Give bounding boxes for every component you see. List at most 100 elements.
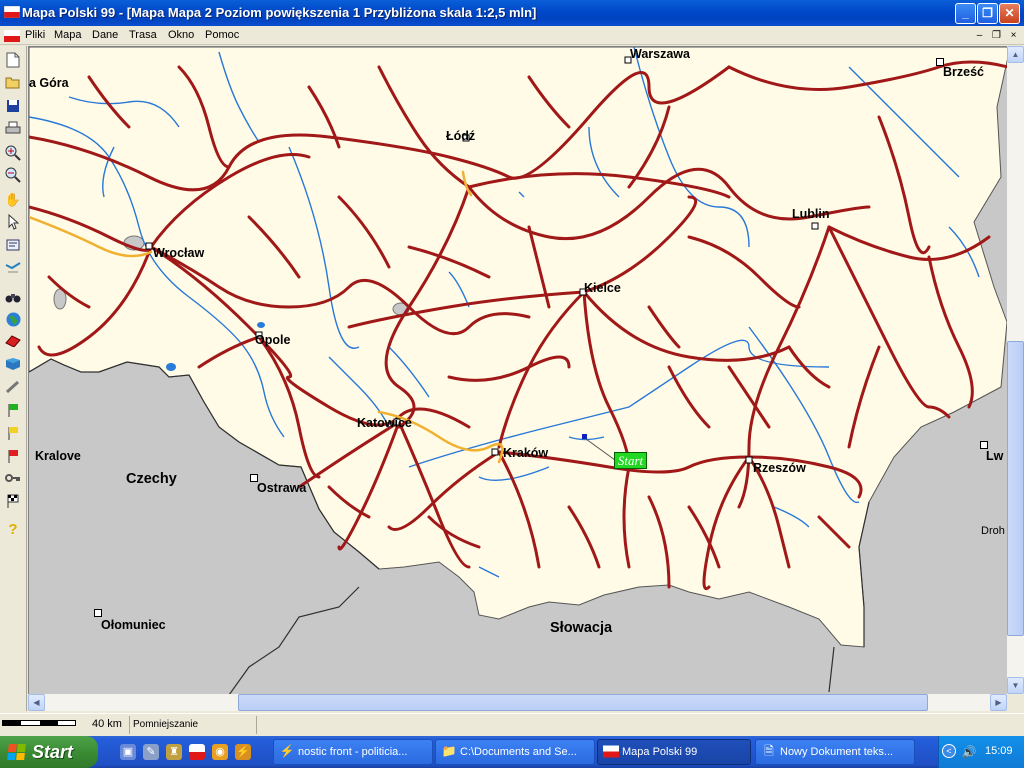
city-label-brzesc[interactable]: Brześć: [943, 65, 984, 79]
region-label-slowacja: Słowacja: [550, 620, 613, 636]
menu-trasa[interactable]: Trasa: [129, 29, 157, 41]
quicklaunch-bolt-icon[interactable]: ⚡: [235, 744, 251, 760]
hand-pan-icon[interactable]: ✋: [3, 189, 23, 209]
yellow-flag-icon[interactable]: [3, 423, 23, 443]
pointer-icon[interactable]: [3, 212, 23, 232]
task-button-mapa-polski[interactable]: Mapa Polski 99: [597, 739, 751, 765]
ruler-icon[interactable]: [3, 377, 23, 397]
volume-icon[interactable]: 🔊: [961, 744, 977, 760]
task-label: Mapa Polski 99: [622, 746, 698, 758]
quicklaunch-media-icon[interactable]: ◉: [212, 744, 228, 760]
quicklaunch-desktop-icon[interactable]: ▣: [120, 744, 136, 760]
poland-flag-icon: [603, 745, 619, 758]
start-point-marker[interactable]: [582, 434, 587, 439]
region-label-czechy: Czechy: [126, 471, 177, 487]
task-label: nostic front - politicia...: [298, 746, 408, 758]
size-grip[interactable]: [1007, 694, 1024, 711]
city-label-krakow[interactable]: Kraków: [503, 446, 548, 460]
city-label-opole[interactable]: Opole: [255, 333, 290, 347]
city-label-rzeszow[interactable]: Rzeszów: [753, 461, 806, 475]
city-label-olomuniec[interactable]: Ołomuniec: [101, 618, 166, 632]
vertical-scrollbar[interactable]: ▲ ▼: [1007, 46, 1024, 694]
city-label-ostrawa[interactable]: Ostrawa: [257, 481, 306, 495]
scroll-right-icon[interactable]: ▶: [990, 694, 1007, 711]
menu-pomoc[interactable]: Pomoc: [205, 29, 239, 41]
map-canvas: [29, 47, 1007, 694]
save-icon[interactable]: [3, 96, 23, 116]
mdi-minimize-button[interactable]: –: [972, 29, 987, 42]
city-label-katowice[interactable]: Katowice: [357, 416, 412, 430]
folder-icon: 📁: [441, 744, 457, 758]
start-marker-label[interactable]: Start: [614, 452, 647, 469]
menu-mapa[interactable]: Mapa: [54, 29, 82, 41]
city-label-kielce[interactable]: Kielce: [584, 281, 621, 295]
city-label-drohobycz[interactable]: Droh: [981, 525, 1005, 537]
route-icon[interactable]: [3, 258, 23, 278]
vertical-scroll-thumb[interactable]: [1007, 341, 1024, 636]
close-button[interactable]: ✕: [999, 3, 1020, 24]
city-label-warszawa[interactable]: Warszawa: [630, 47, 690, 61]
city-label-kralove[interactable]: Kralove: [35, 449, 81, 463]
red-flag-icon[interactable]: [3, 446, 23, 466]
mdi-restore-button[interactable]: ❐: [989, 29, 1004, 42]
menu-dane[interactable]: Dane: [92, 29, 118, 41]
key-icon[interactable]: [3, 468, 23, 488]
horizontal-scroll-thumb[interactable]: [238, 694, 928, 711]
city-label-gora[interactable]: a Góra: [29, 76, 69, 90]
open-folder-icon[interactable]: [3, 72, 23, 92]
zoom-in-icon[interactable]: [3, 143, 23, 163]
task-button-browser[interactable]: ⚡ nostic front - politicia...: [273, 739, 433, 765]
system-tray: < 🔊 15:09: [938, 736, 1024, 768]
zoom-out-icon[interactable]: [3, 165, 23, 185]
city-marker-lwow: [980, 441, 988, 449]
horizontal-scrollbar[interactable]: ◀ ▶: [28, 694, 1007, 711]
quicklaunch-tool-icon[interactable]: ♜: [166, 744, 182, 760]
tray-expand-icon[interactable]: <: [942, 744, 956, 758]
clock[interactable]: 15:09: [985, 745, 1013, 757]
scale-bar: [2, 720, 76, 726]
task-button-notepad[interactable]: 🗎 Nowy Dokument teks...: [755, 739, 915, 765]
green-flag-icon[interactable]: [3, 400, 23, 420]
bolt-icon: ⚡: [279, 744, 295, 758]
city-label-lodz[interactable]: Łódź: [446, 129, 475, 143]
app-window: Mapa Polski 99 - [Mapa Mapa 2 Poziom pow…: [0, 0, 1024, 768]
menu-pliki[interactable]: Pliki: [25, 29, 45, 41]
menu-okno[interactable]: Okno: [168, 29, 194, 41]
status-bar: 40 km Pomniejszanie: [0, 713, 1024, 735]
scroll-left-icon[interactable]: ◀: [28, 694, 45, 711]
poland-flag-icon: [4, 6, 20, 18]
checkered-flag-icon[interactable]: [3, 491, 23, 511]
start-button[interactable]: Start: [0, 736, 98, 768]
quicklaunch-poland-flag-icon[interactable]: [189, 744, 205, 760]
start-label: Start: [32, 742, 74, 762]
globe-icon[interactable]: [3, 309, 23, 329]
task-label: Nowy Dokument teks...: [780, 746, 894, 758]
document-icon: 🗎: [764, 744, 774, 758]
scroll-down-icon[interactable]: ▼: [1007, 677, 1024, 694]
binoculars-icon[interactable]: [3, 287, 23, 307]
city-marker-olomuniec: [94, 609, 102, 617]
city-label-wroclaw[interactable]: Wrocław: [153, 246, 204, 260]
quicklaunch-app-icon[interactable]: ✎: [143, 744, 159, 760]
windows-logo-icon: [7, 744, 26, 760]
restore-button[interactable]: ❐: [977, 3, 998, 24]
help-icon[interactable]: ?: [3, 519, 23, 539]
tool-bar: ✋ ?: [0, 46, 27, 711]
window-title: Mapa Polski 99 - [Mapa Mapa 2 Poziom pow…: [22, 5, 537, 20]
book-icon[interactable]: [3, 354, 23, 374]
map-view[interactable]: Warszawa Brześć a Góra Łódź Lublin Wrocł…: [28, 46, 1007, 694]
new-file-icon[interactable]: [3, 50, 23, 70]
mdi-close-button[interactable]: ×: [1006, 29, 1021, 42]
poland-flag-icon[interactable]: [4, 30, 20, 42]
scroll-up-icon[interactable]: ▲: [1007, 46, 1024, 63]
city-label-lublin[interactable]: Lublin: [792, 207, 830, 221]
title-bar[interactable]: Mapa Polski 99 - [Mapa Mapa 2 Poziom pow…: [0, 0, 1024, 26]
city-label-lwow[interactable]: Lw: [986, 449, 1003, 463]
eraser-icon[interactable]: [3, 331, 23, 351]
print-icon[interactable]: [3, 118, 23, 138]
info-panel-icon[interactable]: [3, 235, 23, 255]
task-button-explorer[interactable]: 📁 C:\Documents and Se...: [435, 739, 595, 765]
minimize-button[interactable]: _: [955, 3, 976, 24]
task-label: C:\Documents and Se...: [460, 746, 577, 758]
taskbar: Start ▣ ✎ ♜ ◉ ⚡ ⚡ nostic front - politic…: [0, 736, 1024, 768]
